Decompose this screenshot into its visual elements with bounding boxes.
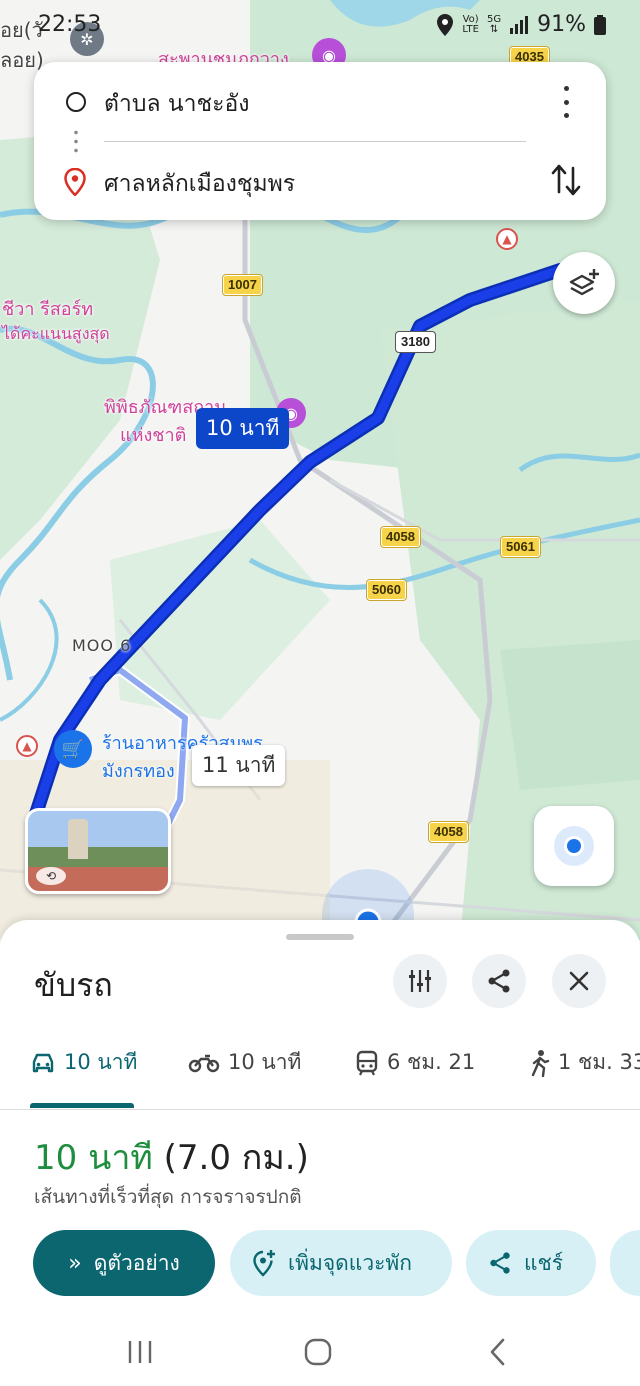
swap-icon[interactable]: [550, 162, 582, 198]
tab-drive[interactable]: 10 นาที: [30, 1046, 137, 1079]
more-chip-button[interactable]: [610, 1230, 640, 1296]
recents-button[interactable]: [118, 1332, 162, 1372]
active-tab-indicator: [30, 1103, 134, 1108]
layers-plus-icon: [569, 269, 599, 296]
divider: [104, 141, 526, 142]
my-location-button[interactable]: [534, 806, 614, 886]
close-button[interactable]: [552, 954, 606, 1008]
tab-label: 10 นาที: [64, 1050, 138, 1074]
destination-pin-icon: [64, 168, 86, 196]
poi-label: แห่งชาติ: [120, 425, 187, 446]
poi-label[interactable]: ชีวา รีสอร์ท: [2, 294, 93, 323]
walk-icon: [531, 1049, 550, 1077]
location-icon: [437, 13, 454, 36]
road-shield: 4058: [428, 821, 469, 843]
route-duration: 10 นาที: [34, 1138, 153, 1178]
route-card: ตำบล นาชะอัง ศาลหลักเมืองชุมพร: [34, 62, 606, 220]
back-icon: [490, 1338, 505, 1366]
road-shield: 3180: [395, 331, 436, 353]
car-icon: [32, 1053, 54, 1072]
home-button[interactable]: [296, 1332, 340, 1372]
preview-button[interactable]: » ดูตัวอย่าง: [33, 1230, 215, 1296]
volte-icon: Vo) LTE: [462, 13, 479, 35]
origin-circle-icon: [66, 92, 86, 112]
tab-walk[interactable]: 1 ชม. 33: [530, 1046, 640, 1079]
add-stop-label: เพิ่มจุดแวะพัก: [288, 1250, 412, 1275]
route-dots: [74, 128, 78, 154]
eta-tag-alternate[interactable]: 11 นาที: [192, 745, 286, 786]
back-button[interactable]: [476, 1332, 520, 1372]
destination-text: ศาลหลักเมืองชุมพร: [104, 171, 296, 197]
travel-mode-tabs: 10 นาที 10 นาที 6 ชม. 21 1 ชม. 33: [0, 1032, 640, 1110]
route-description: เส้นทางที่เร็วที่สุด การจราจรปกติ: [34, 1186, 302, 1208]
poi-label: มังกรทอง: [102, 761, 175, 782]
shrine-icon[interactable]: ▲: [16, 735, 38, 757]
add-location-icon: [253, 1250, 275, 1277]
add-stop-button[interactable]: เพิ่มจุดแวะพัก: [230, 1230, 452, 1296]
layers-button[interactable]: [553, 252, 615, 314]
share-button[interactable]: แชร์: [466, 1230, 596, 1296]
5g-icon: 5G ⇅: [486, 13, 502, 35]
eta-tag-primary[interactable]: 10 นาที: [196, 408, 290, 449]
tune-icon: [409, 970, 431, 992]
poi-label: ได้คะแนนสูงสุด: [2, 324, 110, 343]
road-shield: 5061: [500, 536, 541, 558]
route-summary: 10 นาที (7.0 กม.): [34, 1130, 309, 1184]
motorcycle-icon: [188, 1054, 220, 1072]
share-icon: [488, 969, 510, 993]
status-icons: Vo) LTE 5G ⇅ 91%: [436, 12, 606, 37]
tab-label: 6 ชม. 21: [387, 1050, 476, 1074]
street-view-thumbnail[interactable]: ⟲: [25, 808, 171, 894]
status-time: 22:53: [38, 12, 102, 37]
battery-percent: 91%: [537, 12, 586, 37]
tab-motorcycle[interactable]: 10 นาที: [188, 1046, 301, 1079]
double-chevron-icon: »: [68, 1250, 82, 1276]
system-nav-bar: [0, 1320, 640, 1386]
recents-icon: [128, 1341, 152, 1363]
preview-label: ดูตัวอย่าง: [93, 1250, 180, 1275]
signal-icon: [510, 15, 529, 34]
shrine-icon[interactable]: ▲: [496, 228, 518, 250]
road-shield: 5060: [366, 579, 407, 601]
close-icon: [569, 971, 589, 991]
directions-sheet: ขับรถ 10 นาที 10 นาที 6 ชม. 21 1 ชม. 33 …: [0, 920, 640, 1320]
shopping-cart-icon[interactable]: 🛒: [54, 730, 92, 768]
more-options-button[interactable]: [554, 86, 578, 118]
share-icon: [490, 1252, 510, 1274]
home-icon: [304, 1338, 332, 1366]
route-options-button[interactable]: [393, 954, 447, 1008]
transit-icon: [356, 1050, 378, 1075]
tab-transit[interactable]: 6 ชม. 21: [355, 1046, 475, 1079]
tab-label: 10 นาที: [228, 1050, 302, 1074]
tab-label: 1 ชม. 33: [558, 1050, 640, 1074]
status-bar: 22:53 Vo) LTE 5G ⇅ 91%: [0, 0, 640, 52]
share-button-header[interactable]: [472, 954, 526, 1008]
road-shield: 1007: [222, 274, 263, 296]
map-label: MOO 6: [72, 636, 132, 655]
sheet-title: ขับรถ: [34, 966, 113, 1004]
road-shield: 4058: [380, 526, 421, 548]
my-location-icon: [564, 836, 584, 856]
monument-shape: [68, 819, 88, 859]
battery-icon: [594, 14, 606, 35]
route-distance: (7.0 กม.): [163, 1138, 309, 1178]
destination-field[interactable]: ศาลหลักเมืองชุมพร: [34, 162, 606, 202]
drag-handle[interactable]: [286, 934, 354, 940]
rotate-360-icon: ⟲: [36, 867, 66, 885]
origin-field[interactable]: ตำบล นาชะอัง: [34, 82, 606, 122]
share-label: แชร์: [524, 1250, 564, 1275]
origin-text: ตำบล นาชะอัง: [104, 91, 250, 117]
